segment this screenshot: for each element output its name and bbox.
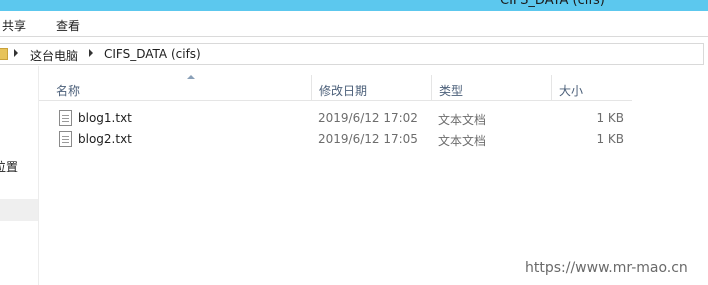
watermark-url: https://www.mr-mao.cn	[525, 260, 688, 276]
breadcrumb-cifs-data[interactable]: CIFS_DATA (cifs)	[104, 47, 201, 61]
column-header-size[interactable]: 大小	[552, 75, 632, 101]
column-header-name-label: 名称	[56, 84, 81, 98]
column-header-row: 名称 修改日期 类型 大小	[39, 75, 632, 101]
sort-ascending-icon	[187, 75, 195, 79]
column-header-size-label: 大小	[559, 84, 584, 98]
column-header-type-label: 类型	[439, 84, 464, 98]
address-bar[interactable]: 这台电脑 CIFS_DATA (cifs)	[0, 43, 704, 65]
ribbon-tabs: 共享 查看	[0, 11, 708, 37]
window-title: CIFS_DATA (cifs)	[500, 0, 605, 8]
column-header-name[interactable]: 名称	[49, 75, 312, 101]
file-type: 文本文档	[438, 113, 487, 127]
file-modified-date: 2019/6/12 17:05	[318, 132, 418, 146]
column-header-date-modified[interactable]: 修改日期	[312, 75, 432, 101]
folder-icon	[0, 48, 8, 60]
file-size: 1 KB	[596, 111, 624, 125]
chevron-right-icon[interactable]	[89, 49, 93, 57]
tab-view[interactable]: 查看	[56, 17, 80, 34]
chevron-right-icon[interactable]	[14, 49, 18, 57]
tab-share[interactable]: 共享	[2, 17, 26, 34]
window-title-bar[interactable]: CIFS_DATA (cifs)	[0, 0, 708, 11]
file-name: blog1.txt	[78, 111, 132, 125]
file-row[interactable]: blog1.txt 2019/6/12 17:02 文本文档 1 KB	[49, 108, 632, 129]
navigation-pane: 位置	[0, 66, 39, 285]
nav-item-partial[interactable]: 位置	[0, 158, 18, 175]
file-modified-date: 2019/6/12 17:02	[318, 111, 418, 125]
nav-item-selected[interactable]	[0, 199, 38, 221]
column-header-date-label: 修改日期	[319, 84, 368, 98]
file-size: 1 KB	[596, 132, 624, 146]
file-name: blog2.txt	[78, 132, 132, 146]
text-file-icon	[59, 131, 72, 147]
file-type: 文本文档	[438, 134, 487, 148]
file-row[interactable]: blog2.txt 2019/6/12 17:05 文本文档 1 KB	[49, 129, 632, 150]
breadcrumb-this-pc[interactable]: 这台电脑	[30, 47, 78, 64]
text-file-icon	[59, 110, 72, 126]
column-header-type[interactable]: 类型	[432, 75, 552, 101]
